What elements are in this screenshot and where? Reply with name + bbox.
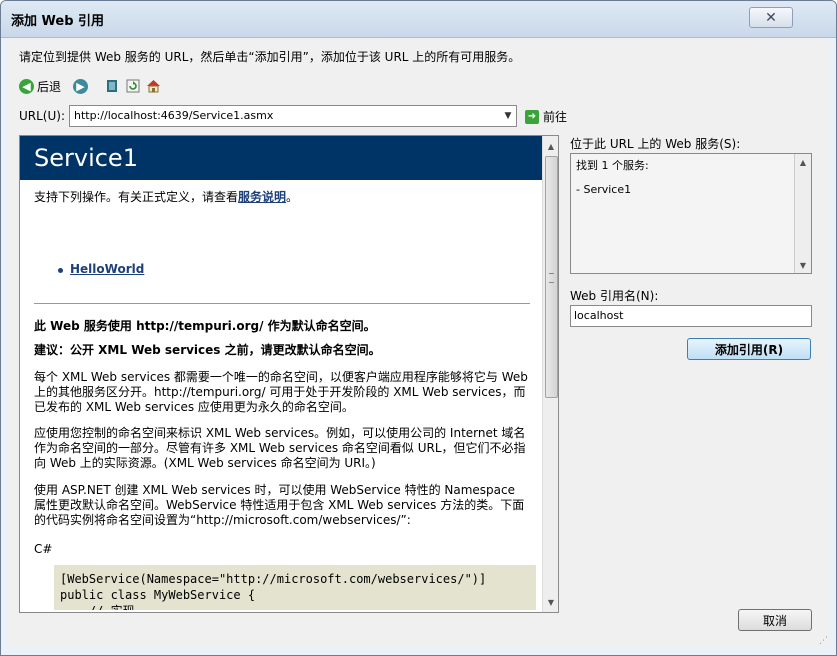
paragraph-2: 应使用您控制的命名空间来标识 XML Web services。例如，可以使用公… [34,426,526,470]
service-page-content: 支持下列操作。有关正式定义，请查看服务说明。 HelloWorld 此 Web … [20,180,542,610]
scroll-down-icon[interactable]: ▼ [543,594,558,610]
scroll-thumb[interactable] [545,156,558,398]
title-bar: 添加 Web 引用 ✕ [1,1,836,38]
go-arrow-icon: ➜ [525,109,539,124]
navigation-toolbar: ◀ 后退 ▶ [19,76,161,96]
intro-suffix: 。 [286,190,299,204]
divider [34,303,530,304]
scroll-down-icon[interactable]: ▼ [795,257,811,273]
chevron-down-icon[interactable]: ▼ [500,106,516,126]
instruction-text: 请定位到提供 Web 服务的 URL，然后单击“添加引用”，添加位于该 URL … [19,50,521,64]
service-title: Service1 [34,144,138,172]
back-button[interactable]: ◀ 后退 [19,78,61,95]
add-web-reference-dialog: 添加 Web 引用 ✕ 请定位到提供 Web 服务的 URL，然后单击“添加引用… [0,0,837,656]
reference-name-value: localhost [574,309,624,322]
scroll-up-icon[interactable]: ▲ [795,154,811,170]
go-button[interactable]: ➜ 前往 [525,108,567,125]
back-icon: ◀ [19,78,34,94]
services-label: 位于此 URL 上的 Web 服务(S): [570,137,741,151]
url-value: http://localhost:4639/Service1.asmx [74,109,274,122]
forward-icon[interactable]: ▶ [73,78,89,94]
list-item[interactable]: - Service1 [576,183,631,196]
paragraph-3: 使用 ASP.NET 创建 XML Web services 时，可以使用 We… [34,483,525,527]
services-scrollbar[interactable]: ▲ ▼ [794,154,811,273]
intro-prefix: 支持下列操作。有关正式定义，请查看 [34,190,239,204]
close-icon: ✕ [765,9,777,26]
window-title: 添加 Web 引用 [11,14,105,29]
services-list[interactable]: 找到 1 个服务: - Service1 ▲ ▼ [570,153,812,274]
service-browser-pane[interactable]: Service1 支持下列操作。有关正式定义，请查看服务说明。 HelloWor… [19,135,559,613]
intro-text: 支持下列操作。有关正式定义，请查看服务说明。 [34,190,530,205]
namespace-advice: 建议：公开 XML Web services 之前，请更改默认命名空间。 [34,343,381,357]
grip-icon [549,273,554,283]
reference-name-label: Web 引用名(N): [570,289,659,303]
code-sample: [WebService(Namespace="http://microsoft.… [54,565,536,610]
scroll-up-icon[interactable]: ▲ [543,138,558,154]
url-label: URL(U): [19,109,65,123]
resize-grip-icon[interactable]: ⋰ [819,636,828,646]
reference-name-input[interactable]: localhost [570,305,812,327]
bullet-icon [58,268,63,273]
operation-link-helloworld[interactable]: HelloWorld [70,262,144,277]
close-button[interactable]: ✕ [749,7,793,28]
cancel-button[interactable]: 取消 [738,609,812,631]
services-found-text: 找到 1 个服务: [576,159,649,172]
browser-scrollbar[interactable]: ▲ ▼ [542,136,558,612]
add-reference-button[interactable]: 添加引用(R) [687,338,811,360]
go-label: 前往 [543,110,568,124]
service-header: Service1 [20,136,542,180]
namespace-heading: 此 Web 服务使用 http://tempuri.org/ 作为默认命名空间。 [34,319,376,333]
url-combobox[interactable]: http://localhost:4639/Service1.asmx ▼ [69,105,517,127]
dialog-client-area: 请定位到提供 Web 服务的 URL，然后单击“添加引用”，添加位于该 URL … [7,38,830,648]
back-label: 后退 [37,79,62,94]
home-icon[interactable] [146,79,161,94]
refresh-icon[interactable] [125,79,140,94]
stop-icon[interactable] [104,79,119,94]
paragraph-1: 每个 XML Web services 都需要一个唯一的命名空间，以便客户端应用… [34,370,528,414]
code-language-label: C# [34,542,53,556]
service-description-link[interactable]: 服务说明 [238,190,286,204]
